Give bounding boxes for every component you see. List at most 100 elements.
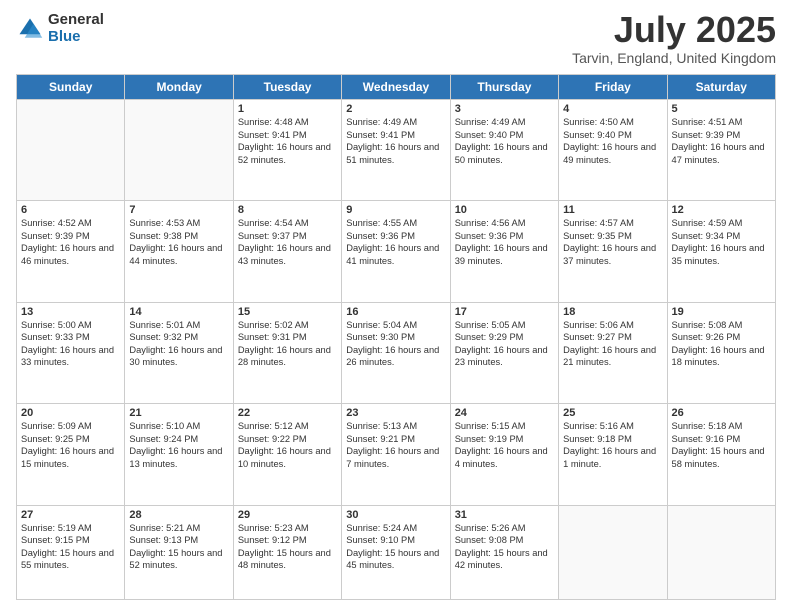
logo-icon (16, 15, 44, 43)
day-number: 22 (238, 407, 337, 419)
cell-details: Sunrise: 5:01 AM Sunset: 9:32 PM Dayligh… (129, 319, 228, 369)
day-number: 4 (563, 103, 662, 115)
cell-details: Sunrise: 5:13 AM Sunset: 9:21 PM Dayligh… (346, 420, 445, 470)
day-number: 25 (563, 407, 662, 419)
col-header-sunday: Sunday (17, 75, 125, 100)
logo-general-text: General (48, 12, 104, 29)
calendar-cell: 16Sunrise: 5:04 AM Sunset: 9:30 PM Dayli… (342, 302, 450, 403)
calendar-cell: 8Sunrise: 4:54 AM Sunset: 9:37 PM Daylig… (233, 201, 341, 302)
calendar-week-5: 27Sunrise: 5:19 AM Sunset: 9:15 PM Dayli… (17, 505, 776, 600)
day-number: 31 (455, 509, 554, 521)
cell-details: Sunrise: 5:24 AM Sunset: 9:10 PM Dayligh… (346, 522, 445, 572)
cell-details: Sunrise: 4:52 AM Sunset: 9:39 PM Dayligh… (21, 217, 120, 267)
day-number: 1 (238, 103, 337, 115)
col-header-tuesday: Tuesday (233, 75, 341, 100)
cell-details: Sunrise: 5:12 AM Sunset: 9:22 PM Dayligh… (238, 420, 337, 470)
calendar-cell: 12Sunrise: 4:59 AM Sunset: 9:34 PM Dayli… (667, 201, 775, 302)
calendar-cell: 2Sunrise: 4:49 AM Sunset: 9:41 PM Daylig… (342, 100, 450, 201)
day-number: 30 (346, 509, 445, 521)
cell-details: Sunrise: 4:51 AM Sunset: 9:39 PM Dayligh… (672, 116, 771, 166)
col-header-wednesday: Wednesday (342, 75, 450, 100)
cell-details: Sunrise: 4:55 AM Sunset: 9:36 PM Dayligh… (346, 217, 445, 267)
calendar-cell: 5Sunrise: 4:51 AM Sunset: 9:39 PM Daylig… (667, 100, 775, 201)
day-number: 10 (455, 204, 554, 216)
calendar-cell: 7Sunrise: 4:53 AM Sunset: 9:38 PM Daylig… (125, 201, 233, 302)
day-number: 20 (21, 407, 120, 419)
day-number: 16 (346, 306, 445, 318)
calendar-cell: 11Sunrise: 4:57 AM Sunset: 9:35 PM Dayli… (559, 201, 667, 302)
calendar-cell: 17Sunrise: 5:05 AM Sunset: 9:29 PM Dayli… (450, 302, 558, 403)
calendar-cell: 31Sunrise: 5:26 AM Sunset: 9:08 PM Dayli… (450, 505, 558, 600)
calendar-cell: 22Sunrise: 5:12 AM Sunset: 9:22 PM Dayli… (233, 404, 341, 505)
col-header-monday: Monday (125, 75, 233, 100)
cell-details: Sunrise: 4:57 AM Sunset: 9:35 PM Dayligh… (563, 217, 662, 267)
calendar-cell: 19Sunrise: 5:08 AM Sunset: 9:26 PM Dayli… (667, 302, 775, 403)
calendar-cell: 28Sunrise: 5:21 AM Sunset: 9:13 PM Dayli… (125, 505, 233, 600)
calendar-cell (17, 100, 125, 201)
calendar-cell: 27Sunrise: 5:19 AM Sunset: 9:15 PM Dayli… (17, 505, 125, 600)
calendar-header-row: SundayMondayTuesdayWednesdayThursdayFrid… (17, 75, 776, 100)
calendar-cell: 26Sunrise: 5:18 AM Sunset: 9:16 PM Dayli… (667, 404, 775, 505)
cell-details: Sunrise: 5:06 AM Sunset: 9:27 PM Dayligh… (563, 319, 662, 369)
calendar-cell: 6Sunrise: 4:52 AM Sunset: 9:39 PM Daylig… (17, 201, 125, 302)
month-title: July 2025 (572, 12, 776, 48)
cell-details: Sunrise: 5:00 AM Sunset: 9:33 PM Dayligh… (21, 319, 120, 369)
calendar-cell: 23Sunrise: 5:13 AM Sunset: 9:21 PM Dayli… (342, 404, 450, 505)
calendar-week-1: 1Sunrise: 4:48 AM Sunset: 9:41 PM Daylig… (17, 100, 776, 201)
day-number: 19 (672, 306, 771, 318)
calendar-cell (559, 505, 667, 600)
logo-blue-text: Blue (48, 29, 104, 46)
day-number: 14 (129, 306, 228, 318)
cell-details: Sunrise: 4:49 AM Sunset: 9:40 PM Dayligh… (455, 116, 554, 166)
calendar-cell: 20Sunrise: 5:09 AM Sunset: 9:25 PM Dayli… (17, 404, 125, 505)
calendar-cell: 25Sunrise: 5:16 AM Sunset: 9:18 PM Dayli… (559, 404, 667, 505)
calendar-cell: 29Sunrise: 5:23 AM Sunset: 9:12 PM Dayli… (233, 505, 341, 600)
day-number: 15 (238, 306, 337, 318)
calendar-cell: 10Sunrise: 4:56 AM Sunset: 9:36 PM Dayli… (450, 201, 558, 302)
day-number: 8 (238, 204, 337, 216)
day-number: 13 (21, 306, 120, 318)
cell-details: Sunrise: 5:05 AM Sunset: 9:29 PM Dayligh… (455, 319, 554, 369)
col-header-thursday: Thursday (450, 75, 558, 100)
cell-details: Sunrise: 5:09 AM Sunset: 9:25 PM Dayligh… (21, 420, 120, 470)
col-header-friday: Friday (559, 75, 667, 100)
logo: General Blue (16, 12, 104, 45)
cell-details: Sunrise: 4:50 AM Sunset: 9:40 PM Dayligh… (563, 116, 662, 166)
cell-details: Sunrise: 5:26 AM Sunset: 9:08 PM Dayligh… (455, 522, 554, 572)
cell-details: Sunrise: 4:59 AM Sunset: 9:34 PM Dayligh… (672, 217, 771, 267)
cell-details: Sunrise: 5:18 AM Sunset: 9:16 PM Dayligh… (672, 420, 771, 470)
day-number: 2 (346, 103, 445, 115)
cell-details: Sunrise: 5:08 AM Sunset: 9:26 PM Dayligh… (672, 319, 771, 369)
location: Tarvin, England, United Kingdom (572, 50, 776, 66)
day-number: 26 (672, 407, 771, 419)
col-header-saturday: Saturday (667, 75, 775, 100)
cell-details: Sunrise: 4:53 AM Sunset: 9:38 PM Dayligh… (129, 217, 228, 267)
day-number: 21 (129, 407, 228, 419)
cell-details: Sunrise: 5:04 AM Sunset: 9:30 PM Dayligh… (346, 319, 445, 369)
cell-details: Sunrise: 5:21 AM Sunset: 9:13 PM Dayligh… (129, 522, 228, 572)
cell-details: Sunrise: 5:02 AM Sunset: 9:31 PM Dayligh… (238, 319, 337, 369)
calendar-cell: 9Sunrise: 4:55 AM Sunset: 9:36 PM Daylig… (342, 201, 450, 302)
cell-details: Sunrise: 4:49 AM Sunset: 9:41 PM Dayligh… (346, 116, 445, 166)
day-number: 3 (455, 103, 554, 115)
cell-details: Sunrise: 5:15 AM Sunset: 9:19 PM Dayligh… (455, 420, 554, 470)
day-number: 24 (455, 407, 554, 419)
day-number: 9 (346, 204, 445, 216)
cell-details: Sunrise: 5:23 AM Sunset: 9:12 PM Dayligh… (238, 522, 337, 572)
calendar-cell: 13Sunrise: 5:00 AM Sunset: 9:33 PM Dayli… (17, 302, 125, 403)
day-number: 18 (563, 306, 662, 318)
cell-details: Sunrise: 5:19 AM Sunset: 9:15 PM Dayligh… (21, 522, 120, 572)
calendar-cell (667, 505, 775, 600)
calendar-week-4: 20Sunrise: 5:09 AM Sunset: 9:25 PM Dayli… (17, 404, 776, 505)
calendar-cell: 18Sunrise: 5:06 AM Sunset: 9:27 PM Dayli… (559, 302, 667, 403)
calendar-cell: 4Sunrise: 4:50 AM Sunset: 9:40 PM Daylig… (559, 100, 667, 201)
calendar-cell: 30Sunrise: 5:24 AM Sunset: 9:10 PM Dayli… (342, 505, 450, 600)
page: General Blue July 2025 Tarvin, England, … (0, 0, 792, 612)
day-number: 11 (563, 204, 662, 216)
header: General Blue July 2025 Tarvin, England, … (16, 12, 776, 66)
day-number: 28 (129, 509, 228, 521)
day-number: 7 (129, 204, 228, 216)
calendar-cell: 21Sunrise: 5:10 AM Sunset: 9:24 PM Dayli… (125, 404, 233, 505)
day-number: 6 (21, 204, 120, 216)
calendar-cell: 15Sunrise: 5:02 AM Sunset: 9:31 PM Dayli… (233, 302, 341, 403)
